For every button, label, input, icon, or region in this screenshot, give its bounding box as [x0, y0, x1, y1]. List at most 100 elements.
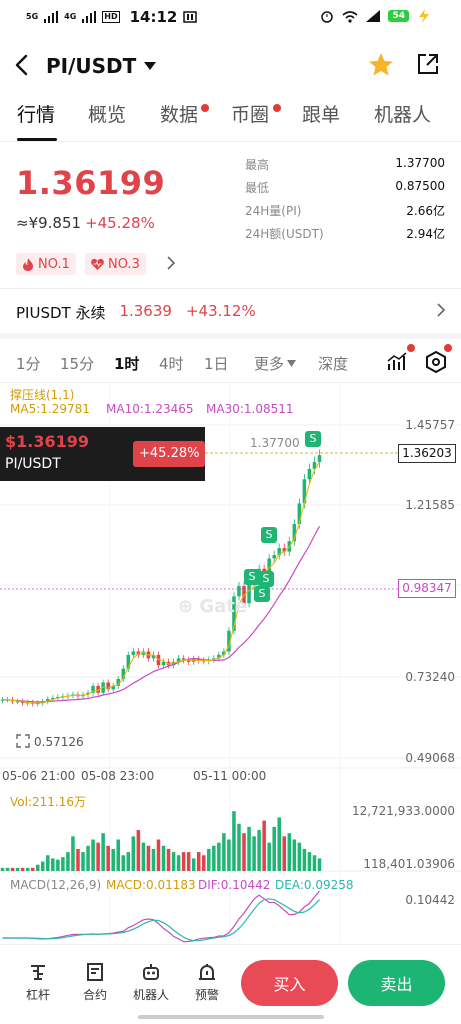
tab-copy-trading[interactable]: 跟单 — [302, 100, 340, 127]
clock: 14:12 — [129, 8, 178, 26]
notification-icon — [183, 11, 198, 23]
tf-more[interactable]: 更多 — [254, 353, 297, 374]
star-icon[interactable] — [368, 52, 394, 77]
volume-bar — [181, 852, 186, 871]
volume-bar — [96, 842, 100, 871]
volume-bar — [202, 855, 206, 871]
rank-badge-hot[interactable]: NO.1 — [16, 253, 76, 275]
tf-depth[interactable]: 深度 — [318, 353, 348, 374]
y-tick: 0.73240 — [405, 670, 455, 684]
robot-icon — [143, 964, 159, 980]
overlay-change: +45.28% — [133, 441, 206, 467]
contract-button[interactable]: 合约 — [75, 961, 115, 1003]
volume-bar — [237, 823, 241, 871]
volume-bar — [247, 826, 251, 871]
back-arrow-icon[interactable] — [14, 54, 30, 76]
sell-button[interactable]: 卖出 — [348, 960, 445, 1006]
caret-down-icon — [144, 62, 157, 70]
chevron-right-icon[interactable] — [436, 303, 446, 317]
charging-icon — [419, 9, 429, 23]
leverage-label: 杠杆 — [25, 988, 50, 1002]
main-tabs: 行情 概览 数据 币圈 跟单 机器人 — [0, 100, 461, 141]
tab-bots[interactable]: 机器人 — [374, 100, 431, 127]
stat-value: 2.94亿 — [406, 227, 445, 241]
volume-bar — [191, 858, 196, 871]
stat-label: 最高 — [245, 158, 270, 172]
macd-tick: 0.10442 — [405, 893, 455, 907]
tf-1m[interactable]: 1分 — [16, 353, 41, 374]
volume-bar — [66, 852, 70, 871]
perpetual-row[interactable]: PIUSDT 永续 1.3639 +43.12% — [16, 302, 256, 323]
volume-bar — [126, 852, 131, 871]
tab-community[interactable]: 币圈 — [231, 100, 269, 127]
volume-bar — [272, 826, 276, 871]
notification-dot — [273, 104, 281, 112]
stat-volume: 24H量(PI) 2.66亿 — [245, 202, 445, 225]
contract-icon — [87, 963, 103, 981]
tf-1d[interactable]: 1日 — [204, 353, 229, 374]
volume-bar — [317, 858, 322, 871]
ma10-legend: MA10:1.23465 — [106, 402, 194, 416]
ma5-legend: MA5:1.29781 — [10, 402, 90, 416]
signal-marker: S — [254, 586, 270, 602]
expand-icon[interactable] — [16, 734, 30, 748]
volume-bar — [101, 833, 105, 871]
signal-marker: S — [258, 571, 274, 587]
perpetual-name: PIUSDT 永续 — [16, 304, 106, 322]
dif-line — [2, 890, 320, 943]
y-tick: 1.21585 — [405, 498, 455, 512]
signal-icon — [366, 10, 381, 22]
indicator-chart-icon[interactable] — [387, 352, 409, 372]
x-tick: 05-08 23:00 — [81, 769, 155, 783]
kline-chart-area[interactable]: 撑压线(1,1) MA5:1.29781 MA10:1.23465 MA30:1… — [0, 383, 461, 943]
stat-label: 24H额(USDT) — [245, 227, 324, 241]
vol-tick: 118,401.03906 — [363, 857, 455, 871]
stat-value: 2.66亿 — [406, 204, 445, 218]
badge-label: NO.1 — [38, 256, 70, 272]
macd-value: MACD:0.01183 — [106, 878, 196, 892]
y-tick: 0.49068 — [405, 751, 455, 765]
pair-selector[interactable]: PI/USDT — [46, 54, 157, 78]
volume-bar — [207, 848, 211, 871]
volume-bar — [56, 859, 60, 871]
ticker-stats: 最高 1.37700 最低 0.87500 24H量(PI) 2.66亿 24H额(U… — [245, 156, 445, 248]
tf-15m[interactable]: 15分 — [60, 353, 94, 374]
volume-bar — [121, 855, 126, 871]
overlay-price: $1.36199 — [5, 432, 90, 451]
tab-data[interactable]: 数据 — [160, 100, 198, 127]
status-bar: 5G 4G HD 14:12 54 — [0, 0, 461, 36]
volume-bar — [61, 857, 65, 871]
settings-hexagon-icon[interactable] — [425, 351, 447, 373]
tf-1h[interactable]: 1时 — [114, 353, 139, 374]
tab-market[interactable]: 行情 — [17, 100, 55, 127]
volume-bar — [262, 820, 266, 871]
volume-bar — [302, 848, 307, 871]
crosshair-price-tag: 0.98347 — [398, 579, 456, 598]
watermark: ⊕ Gate — [178, 596, 248, 617]
leverage-button[interactable]: 杠杆 — [18, 961, 58, 1003]
bot-button[interactable]: 机器人 — [131, 961, 171, 1003]
volume-bar — [116, 839, 120, 871]
tf-more-label: 更多 — [254, 355, 285, 373]
volume-bar — [282, 836, 287, 871]
volume-bars-group — [0, 811, 322, 871]
tf-4h[interactable]: 4时 — [159, 353, 184, 374]
volume-bar — [131, 836, 136, 871]
divider — [0, 288, 461, 289]
candle-body — [131, 651, 136, 655]
volume-bar — [86, 845, 90, 871]
share-icon[interactable] — [416, 52, 440, 76]
chevron-right-icon[interactable] — [166, 256, 176, 270]
alarm-icon — [321, 11, 334, 23]
hd-icon: HD — [102, 11, 120, 23]
caret-down-icon — [287, 360, 297, 367]
stat-label: 24H量(PI) — [245, 204, 302, 218]
stat-high: 最高 1.37700 — [245, 156, 445, 179]
vol-tick: 12,721,933.0000 — [351, 804, 455, 818]
stat-low: 最低 0.87500 — [245, 179, 445, 202]
alert-button[interactable]: 预警 — [187, 961, 227, 1003]
candle-body — [317, 455, 322, 463]
rank-badge-gainer[interactable]: NO.3 — [85, 253, 146, 275]
buy-button[interactable]: 买入 — [241, 960, 338, 1006]
tab-overview[interactable]: 概览 — [88, 100, 126, 127]
